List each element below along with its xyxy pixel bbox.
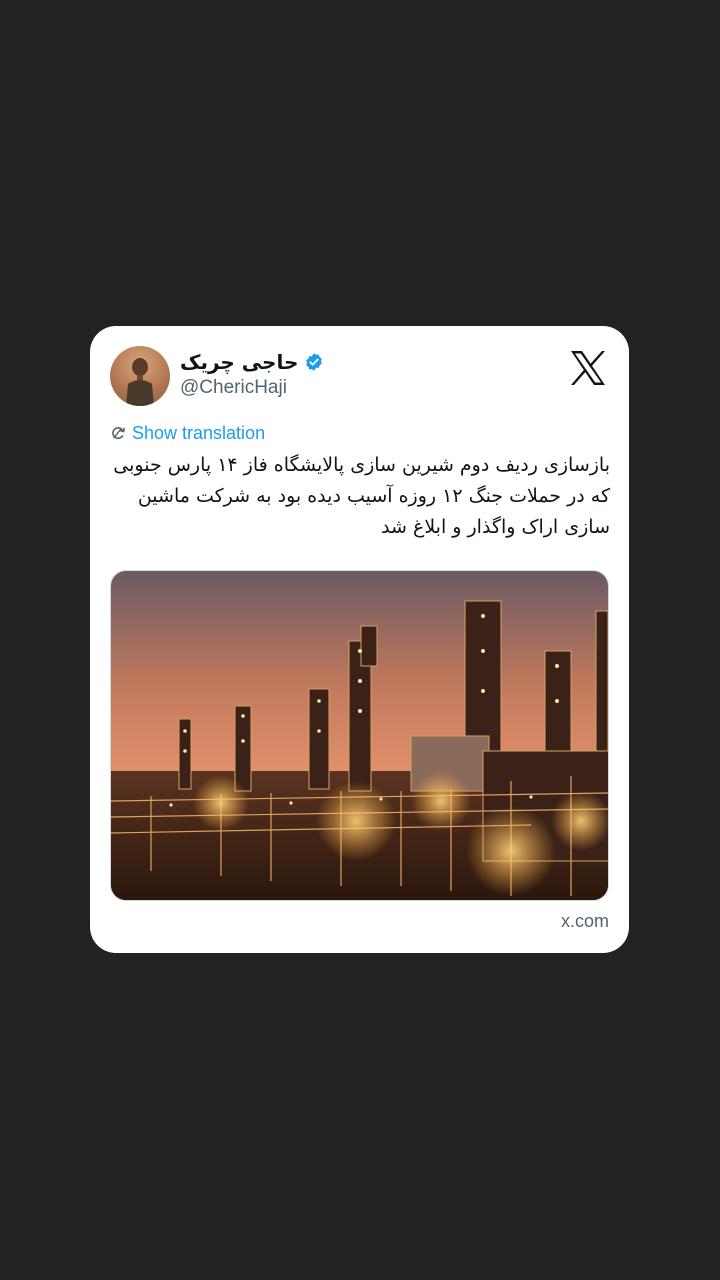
source-domain[interactable]: x.com (561, 911, 609, 932)
tweet-photo[interactable] (110, 570, 609, 901)
author-avatar[interactable] (110, 346, 170, 406)
show-translation-link[interactable]: Show translation (110, 422, 265, 444)
author-name-row: حاجی چریک (180, 348, 324, 376)
tweet-text: بازسازی ردیف دوم شیرین سازی پالایشگاه فا… (113, 454, 610, 538)
verified-badge-icon (304, 352, 324, 372)
author-handle[interactable]: @ChericHaji (180, 377, 287, 399)
translate-icon (110, 425, 126, 441)
tweet-card[interactable]: حاجی چریک @ChericHaji Show translation ب… (90, 326, 629, 953)
x-logo-icon[interactable] (568, 348, 608, 388)
author-name[interactable]: حاجی چریک (180, 350, 298, 374)
show-translation-label[interactable]: Show translation (132, 423, 265, 444)
